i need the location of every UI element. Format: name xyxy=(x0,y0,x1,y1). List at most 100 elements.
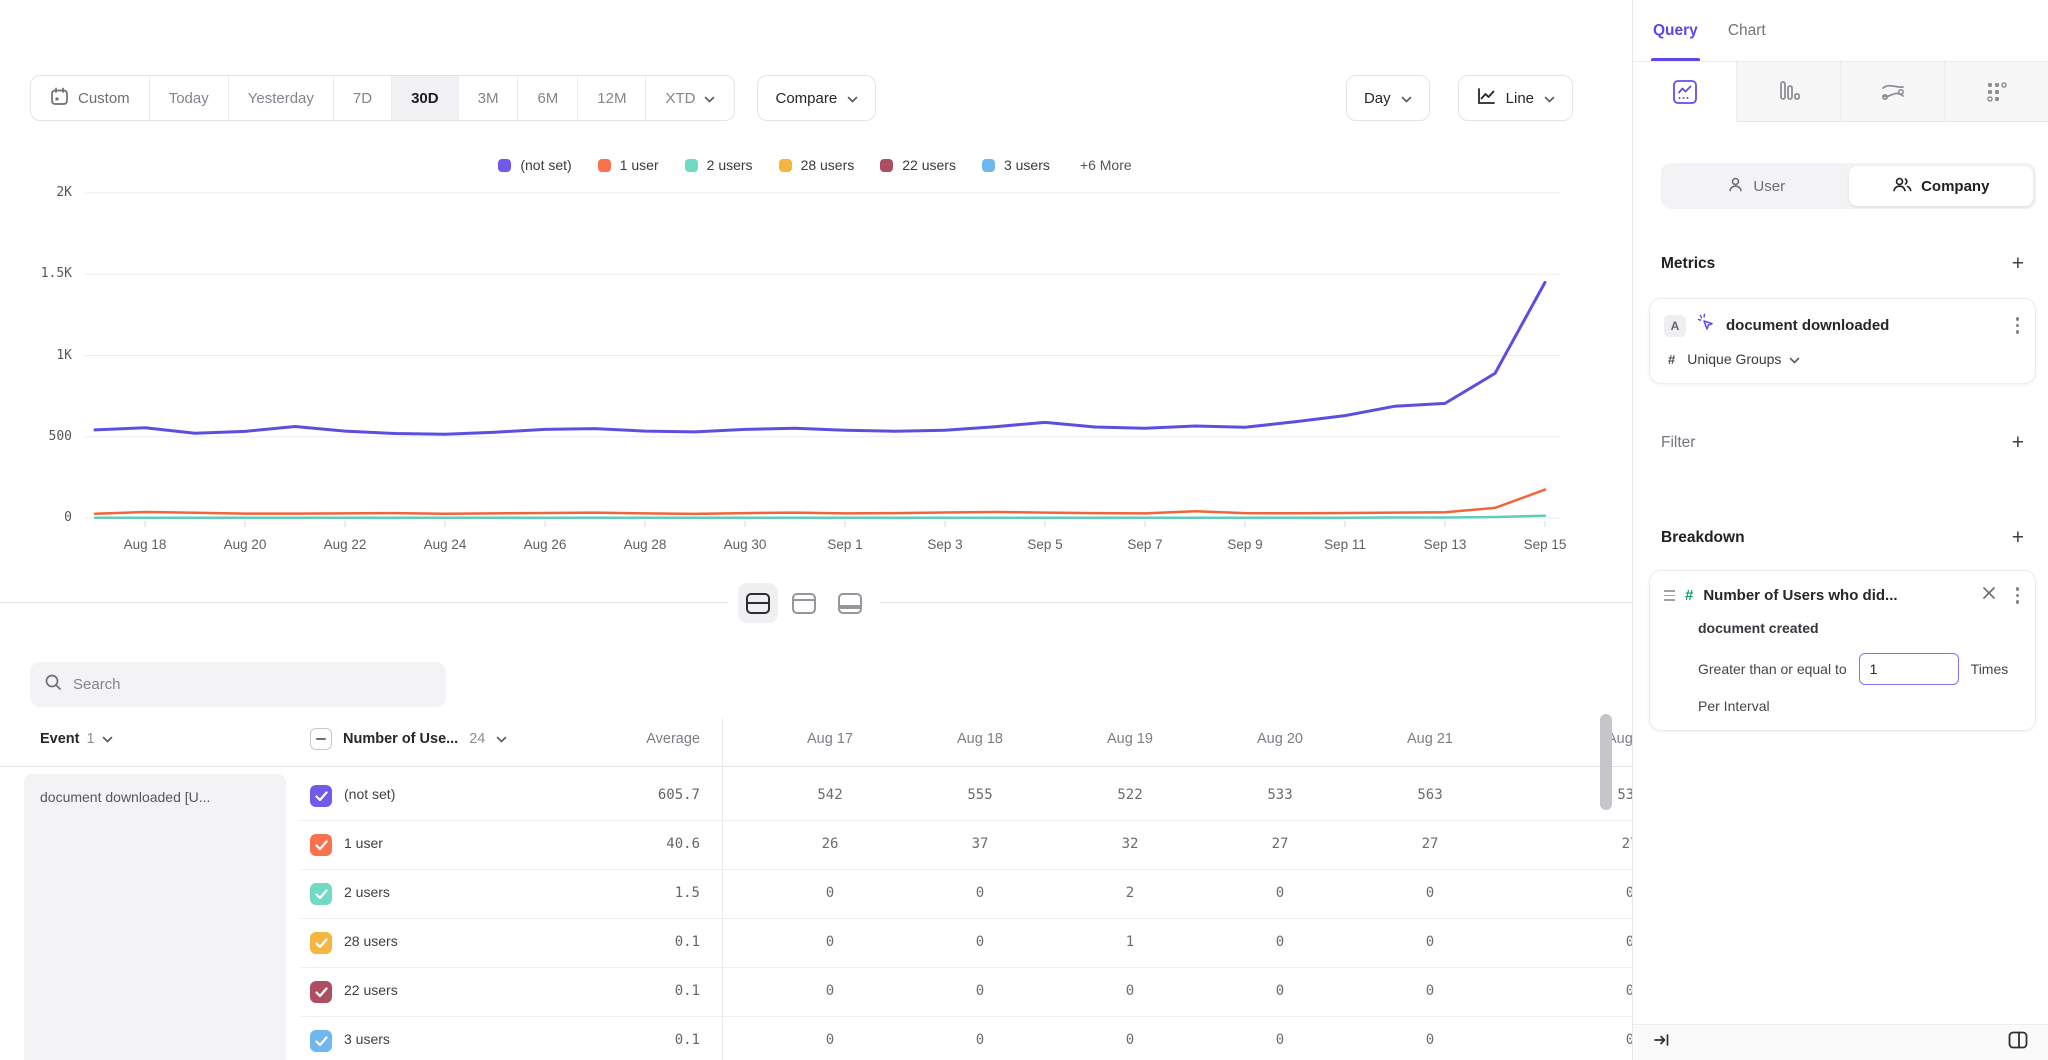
row-value: 0 xyxy=(1505,934,1632,950)
breakdown-card[interactable]: # Number of Users who did... document cr… xyxy=(1649,570,2036,731)
split-view-icon[interactable] xyxy=(2008,1031,2028,1054)
y-axis-label: 0 xyxy=(0,510,72,525)
chart-view-toggle[interactable] xyxy=(784,583,824,623)
row-value: 27 xyxy=(1355,836,1505,852)
compare-button[interactable]: Compare xyxy=(757,75,876,121)
range-label: Custom xyxy=(78,90,130,107)
measure-label: Unique Groups xyxy=(1687,351,1781,367)
calendar-icon xyxy=(50,87,69,110)
row-value: 0 xyxy=(1205,1032,1355,1048)
audience-option-company[interactable]: Company xyxy=(1849,166,2034,206)
event-count: 1 xyxy=(87,731,95,747)
row-checkbox[interactable] xyxy=(310,1030,332,1052)
metric-event-name: document downloaded xyxy=(1726,317,2004,334)
table-view-icon xyxy=(838,593,862,614)
search-input[interactable] xyxy=(73,676,432,693)
table-view-toggle[interactable] xyxy=(830,583,870,623)
add-breakdown-button[interactable]: + xyxy=(2012,527,2024,548)
close-icon[interactable] xyxy=(1982,586,1996,605)
row-checkbox[interactable] xyxy=(310,883,332,905)
bar-chart-tab[interactable] xyxy=(1736,62,1840,122)
x-axis-label: Aug 30 xyxy=(710,537,780,552)
event-column-header[interactable]: Event 1 xyxy=(40,731,113,747)
tab-query[interactable]: Query xyxy=(1653,0,1698,61)
table-row: 28 users0.1001000 xyxy=(300,919,1632,968)
x-axis-label: Sep 13 xyxy=(1410,537,1480,552)
row-label: 1 user xyxy=(344,835,383,851)
search-icon xyxy=(44,673,62,696)
legend-item[interactable]: 2 users xyxy=(685,157,753,173)
legend-item[interactable]: 1 user xyxy=(598,157,659,173)
granularity-button[interactable]: Day xyxy=(1346,75,1430,121)
row-checkbox[interactable] xyxy=(310,981,332,1003)
row-average: 0.1 xyxy=(550,983,700,999)
row-value: 0 xyxy=(1505,1032,1632,1048)
measure-dropdown[interactable]: Unique Groups xyxy=(1687,351,1800,367)
grid-chart-tab[interactable] xyxy=(1944,62,2048,122)
range-3m[interactable]: 3M xyxy=(458,76,518,120)
row-value: 26 xyxy=(755,836,905,852)
x-axis-label: Sep 11 xyxy=(1310,537,1380,552)
row-value: 0 xyxy=(1205,983,1355,999)
group-column-header[interactable]: Number of Use... 24 xyxy=(310,728,507,750)
legend-item[interactable]: 3 users xyxy=(982,157,1050,173)
x-axis-label: Sep 1 xyxy=(810,537,880,552)
range-30d[interactable]: 30D xyxy=(391,76,458,120)
layout-toggle-group xyxy=(728,581,880,625)
y-axis-label: 500 xyxy=(0,429,72,444)
row-value: 0 xyxy=(905,885,1055,901)
date-range-group: Custom TodayYesterday7D30D3M6M12MXTD xyxy=(30,75,735,121)
row-value: 0 xyxy=(1355,1032,1505,1048)
legend-item[interactable]: 28 users xyxy=(779,157,855,173)
x-axis-label: Sep 9 xyxy=(1210,537,1280,552)
collapse-panel-icon[interactable] xyxy=(1653,1032,1671,1053)
select-all-checkbox[interactable] xyxy=(310,728,332,750)
x-axis-label: Aug 28 xyxy=(610,537,680,552)
drag-handle-icon[interactable] xyxy=(1664,590,1675,601)
add-filter-button[interactable]: + xyxy=(2012,432,2024,453)
range-12m[interactable]: 12M xyxy=(577,76,645,120)
group-count: 24 xyxy=(469,731,485,747)
chevron-down-icon xyxy=(1789,351,1800,367)
y-axis-label: 1K xyxy=(0,348,72,363)
chevron-down-icon xyxy=(1401,90,1412,107)
row-checkbox[interactable] xyxy=(310,834,332,856)
add-metric-button[interactable]: + xyxy=(2012,253,2024,274)
row-checkbox[interactable] xyxy=(310,785,332,807)
legend-item[interactable]: (not set) xyxy=(498,157,571,173)
tab-query-label: Query xyxy=(1653,22,1698,40)
row-average: 0.1 xyxy=(550,934,700,950)
legend-item[interactable]: 22 users xyxy=(880,157,956,173)
breakdown-section-header: Breakdown + xyxy=(1661,527,2024,548)
row-value: 542 xyxy=(755,787,905,803)
filter-section-header: Filter + xyxy=(1661,432,2024,453)
chart-style-button[interactable]: Line xyxy=(1458,75,1573,121)
row-checkbox[interactable] xyxy=(310,932,332,954)
legend-more-button[interactable]: +6 More xyxy=(1080,157,1132,173)
date-column-header: Aug 17 xyxy=(755,731,905,747)
range-7d[interactable]: 7D xyxy=(333,76,391,120)
date-column-header: Aug 19 xyxy=(1055,731,1205,747)
vertical-scrollbar[interactable] xyxy=(1600,714,1612,810)
range-xtd[interactable]: XTD xyxy=(645,76,734,120)
range-today[interactable]: Today xyxy=(149,76,228,120)
date-column-header: Aug 20 xyxy=(1205,731,1355,747)
range-6m[interactable]: 6M xyxy=(517,76,577,120)
line-chart-tab[interactable] xyxy=(1633,62,1736,122)
metric-card[interactable]: A document downloaded # Unique Groups xyxy=(1649,298,2036,384)
range-yesterday[interactable]: Yesterday xyxy=(228,76,333,120)
range-custom[interactable]: Custom xyxy=(31,76,149,120)
row-value: 0 xyxy=(1505,983,1632,999)
event-cell[interactable]: document downloaded [U... xyxy=(24,774,286,1060)
split-view-toggle[interactable] xyxy=(738,583,778,623)
legend-label: (not set) xyxy=(520,157,571,173)
tab-chart[interactable]: Chart xyxy=(1728,0,1766,61)
metric-menu-icon[interactable] xyxy=(2014,315,2022,336)
number-icon: # xyxy=(1668,352,1675,367)
indeterminate-icon xyxy=(316,738,326,740)
condition-value-input[interactable] xyxy=(1859,653,1959,685)
breakdown-menu-icon[interactable] xyxy=(2014,585,2022,606)
flow-chart-tab[interactable] xyxy=(1840,62,1944,122)
y-axis-label: 1.5K xyxy=(0,266,72,281)
audience-option-user[interactable]: User xyxy=(1664,166,1849,206)
